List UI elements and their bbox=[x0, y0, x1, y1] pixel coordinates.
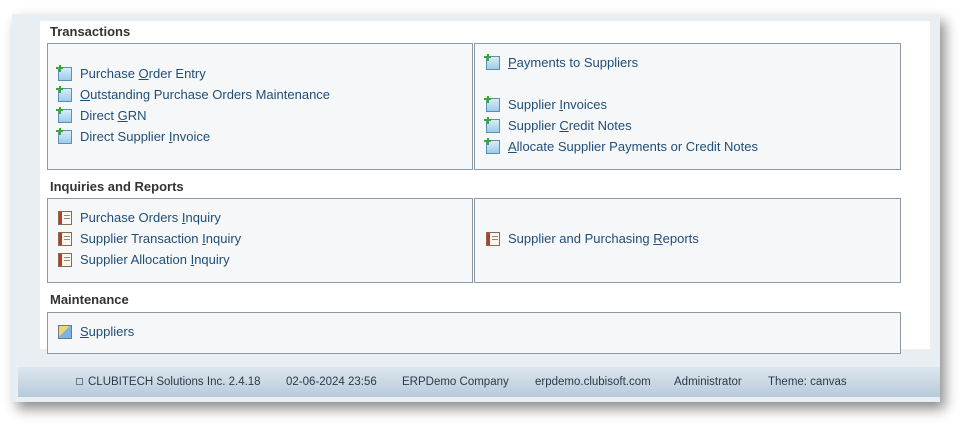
footer-version: CLUBITECH Solutions Inc. 2.4.18 bbox=[76, 376, 261, 388]
menu-payments-to-suppliers[interactable]: Payments to Suppliers bbox=[484, 53, 638, 70]
menu-direct-supplier-invoice[interactable]: Direct Supplier Invoice bbox=[56, 127, 210, 144]
maintenance-panel bbox=[47, 312, 901, 354]
transactions-left-panel bbox=[47, 43, 473, 170]
add-document-icon bbox=[56, 106, 72, 123]
add-document-icon bbox=[56, 127, 72, 144]
add-document-icon bbox=[56, 85, 72, 102]
add-document-icon bbox=[484, 116, 500, 133]
menu-supplier-purchasing-reports[interactable]: Supplier and Purchasing Reports bbox=[486, 231, 699, 246]
footer-datetime: 02-06-2024 23:56 bbox=[286, 376, 377, 388]
add-document-icon bbox=[484, 95, 500, 112]
footer-bar: CLUBITECH Solutions Inc. 2.4.18 02-06-20… bbox=[18, 367, 940, 397]
footer-version-text: CLUBITECH Solutions Inc. 2.4.18 bbox=[88, 376, 261, 388]
menu-supplier-invoices[interactable]: Supplier Invoices bbox=[484, 95, 607, 112]
logo-icon bbox=[76, 378, 83, 385]
footer-user: Administrator bbox=[674, 376, 742, 388]
menu-direct-grn[interactable]: Direct GRN bbox=[56, 106, 146, 123]
menu-allocate-supplier-payments[interactable]: Allocate Supplier Payments or Credit Not… bbox=[484, 137, 758, 154]
report-book-icon bbox=[58, 210, 72, 225]
footer-company: ERPDemo Company bbox=[402, 376, 509, 388]
menu-purchase-order-entry[interactable]: Purchase Order Entry bbox=[56, 64, 206, 81]
menu-supplier-transaction-inquiry[interactable]: Supplier Transaction Inquiry bbox=[58, 231, 241, 246]
section-title-inquiries: Inquiries and Reports bbox=[50, 179, 184, 194]
report-book-icon bbox=[58, 231, 72, 246]
add-document-icon bbox=[56, 64, 72, 81]
footer-theme: Theme: canvas bbox=[768, 376, 847, 388]
add-document-icon bbox=[484, 53, 500, 70]
footer-host: erpdemo.clubisoft.com bbox=[535, 376, 651, 388]
section-title-transactions: Transactions bbox=[50, 24, 131, 39]
report-book-icon bbox=[58, 252, 72, 267]
menu-purchase-orders-inquiry[interactable]: Purchase Orders Inquiry bbox=[58, 210, 221, 225]
menu-suppliers[interactable]: Suppliers bbox=[58, 324, 134, 339]
menu-outstanding-po-maintenance[interactable]: Outstanding Purchase Orders Maintenance bbox=[56, 85, 330, 102]
edit-document-icon bbox=[58, 324, 72, 339]
add-document-icon bbox=[484, 137, 500, 154]
menu-supplier-credit-notes[interactable]: Supplier Credit Notes bbox=[484, 116, 632, 133]
menu-supplier-allocation-inquiry[interactable]: Supplier Allocation Inquiry bbox=[58, 252, 230, 267]
section-title-maintenance: Maintenance bbox=[50, 292, 129, 307]
report-book-icon bbox=[486, 231, 500, 246]
